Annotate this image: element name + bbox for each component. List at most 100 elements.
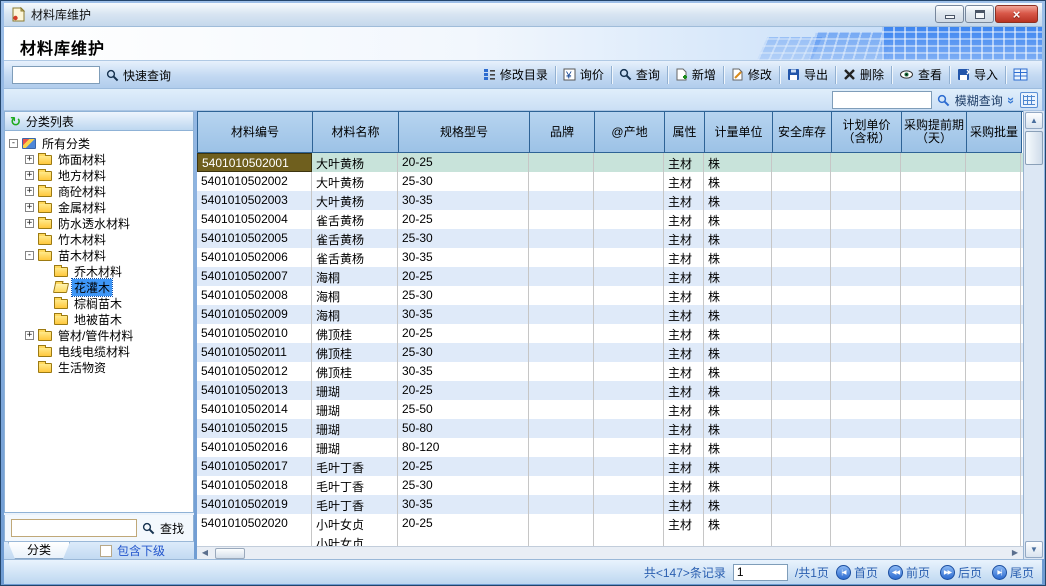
table-cell[interactable] [901,533,966,546]
table-row[interactable]: 5401010502010佛顶桂20-25主材株 [197,324,1023,343]
column-header[interactable]: 规格型号 [399,112,530,153]
table-cell[interactable]: 5401010502006 [197,248,312,267]
table-cell[interactable] [966,286,1021,305]
table-cell[interactable]: 珊瑚 [312,419,398,438]
table-cell[interactable] [966,324,1021,343]
table-cell[interactable] [901,191,966,210]
table-cell[interactable]: 5401010502015 [197,419,312,438]
table-cell[interactable] [772,495,831,514]
table-cell[interactable]: 5401010502013 [197,381,312,400]
scroll-right-icon[interactable]: ▶ [1008,547,1022,559]
table-cell[interactable] [966,191,1021,210]
tree-item-10[interactable]: 棕榈苗木 [5,295,193,311]
maximize-button[interactable] [965,5,994,23]
table-row[interactable]: 5401010502002大叶黄杨25-30主材株 [197,172,1023,191]
table-cell[interactable]: 5401010502018 [197,476,312,495]
table-cell[interactable] [772,381,831,400]
table-cell[interactable] [772,153,831,172]
table-row[interactable]: 5401010502015珊瑚50-80主材株 [197,419,1023,438]
table-cell[interactable]: 珊瑚 [312,381,398,400]
table-cell[interactable] [831,419,901,438]
table-cell[interactable] [772,305,831,324]
table-cell[interactable] [901,267,966,286]
tree-item-label[interactable]: 地方材料 [56,167,108,184]
table-cell[interactable]: 80-120 [398,438,529,457]
quick-search-input[interactable] [12,66,100,84]
table-cell[interactable]: 株 [704,438,772,457]
toolbar-button-search[interactable]: 查询 [613,63,666,86]
table-cell[interactable] [901,172,966,191]
toolbar-button-add[interactable]: 新增 [669,63,722,86]
table-cell[interactable]: 主材 [664,362,704,381]
table-cell[interactable] [664,533,704,546]
table-cell[interactable] [529,381,594,400]
scroll-up-icon[interactable]: ▲ [1025,112,1043,129]
table-cell[interactable]: 雀舌黄杨 [312,229,398,248]
table-row[interactable]: 5401010502016珊瑚80-120主材株 [197,438,1023,457]
table-cell[interactable]: 小叶女贞 [312,514,398,533]
table-cell[interactable] [901,514,966,533]
table-cell[interactable] [831,343,901,362]
table-cell[interactable]: 佛顶桂 [312,362,398,381]
selected-cell[interactable]: 5401010502001 [197,153,312,172]
table-cell[interactable]: 5401010502011 [197,343,312,362]
table-cell[interactable] [772,514,831,533]
tree-item-1[interactable]: +饰面材料 [5,151,193,167]
table-cell[interactable]: 大叶黄杨 [312,153,398,172]
table-row[interactable]: 5401010502007海桐20-25主材株 [197,267,1023,286]
table-cell[interactable]: 25-30 [398,172,529,191]
table-cell[interactable] [966,381,1021,400]
table-cell[interactable]: 株 [704,305,772,324]
table-cell[interactable] [831,305,901,324]
table-cell[interactable]: 5401010502020 [197,514,312,533]
table-cell[interactable]: 主材 [664,381,704,400]
table-cell[interactable] [594,400,664,419]
column-header[interactable]: 材料名称 [313,112,399,153]
table-cell[interactable] [529,191,594,210]
tree-item-2[interactable]: +地方材料 [5,167,193,183]
tree-item-label[interactable]: 电线电缆材料 [56,343,132,360]
table-cell[interactable] [594,514,664,533]
table-cell[interactable]: 主材 [664,343,704,362]
table-cell[interactable] [831,514,901,533]
first-page-button[interactable]: |◀首页 [836,564,878,581]
table-cell[interactable] [529,286,594,305]
table-cell[interactable]: 20-25 [398,514,529,533]
table-cell[interactable]: 小叶女贞 [312,533,398,546]
fuzzy-search-input[interactable] [832,91,932,109]
table-cell[interactable] [529,438,594,457]
table-cell[interactable]: 株 [704,324,772,343]
prev-page-button[interactable]: ◀◀前页 [888,564,930,581]
table-cell[interactable] [831,229,901,248]
table-cell[interactable] [831,153,901,172]
column-header[interactable]: 计划单价（含税） [832,112,902,153]
table-cell[interactable] [594,229,664,248]
table-cell[interactable] [901,419,966,438]
table-cell[interactable] [594,286,664,305]
table-cell[interactable] [772,457,831,476]
table-cell[interactable] [529,400,594,419]
table-row[interactable]: 5401010502014珊瑚25-50主材株 [197,400,1023,419]
table-cell[interactable] [831,533,901,546]
table-cell[interactable]: 20-25 [398,153,529,172]
table-cell[interactable] [772,400,831,419]
table-cell[interactable]: 5401010502016 [197,438,312,457]
table-cell[interactable]: 30-35 [398,305,529,324]
table-cell[interactable] [529,324,594,343]
table-cell[interactable] [966,267,1021,286]
table-cell[interactable]: 株 [704,476,772,495]
table-cell[interactable] [529,533,594,546]
table-cell[interactable] [594,343,664,362]
table-cell[interactable]: 毛叶丁香 [312,495,398,514]
table-cell[interactable] [901,457,966,476]
table-cell[interactable] [594,362,664,381]
table-cell[interactable]: 主材 [664,210,704,229]
table-cell[interactable]: 主材 [664,476,704,495]
table-cell[interactable] [966,362,1021,381]
table-cell[interactable] [831,191,901,210]
toolbar-button-price[interactable]: ¥询价 [557,63,610,86]
table-cell[interactable] [966,400,1021,419]
table-cell[interactable] [594,267,664,286]
tree-expander[interactable]: + [25,219,34,228]
table-cell[interactable] [901,381,966,400]
